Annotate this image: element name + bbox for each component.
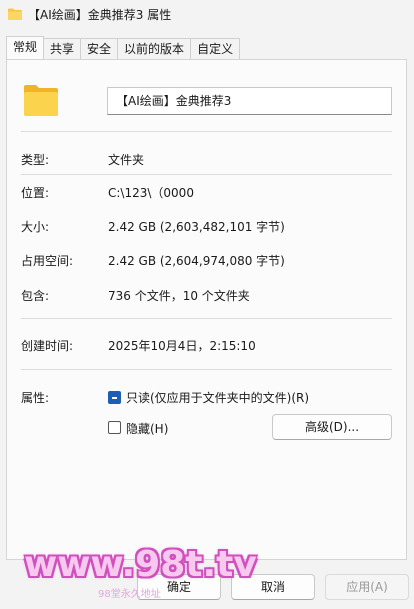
- separator: [21, 369, 392, 370]
- tab-general[interactable]: 常规: [6, 36, 45, 59]
- hidden-checkbox[interactable]: [108, 421, 121, 434]
- type-value: 文件夹: [108, 153, 145, 167]
- location-value: C:\123\（0000: [108, 186, 194, 200]
- location-label: 位置:: [21, 186, 50, 200]
- separator: [21, 174, 392, 175]
- type-label: 类型:: [21, 153, 50, 167]
- attributes-label: 属性:: [21, 391, 50, 405]
- separator: [21, 318, 392, 319]
- hidden-label[interactable]: 隐藏(H): [126, 420, 168, 437]
- title-bar: 【AI绘画】金典推荐3 属性: [0, 0, 414, 28]
- created-label: 创建时间:: [21, 339, 74, 353]
- contains-label: 包含:: [21, 289, 50, 303]
- tab-strip: 常规 共享 安全 以前的版本 自定义: [6, 36, 241, 60]
- tab-previous-versions[interactable]: 以前的版本: [117, 38, 192, 59]
- tab-security[interactable]: 安全: [80, 38, 119, 59]
- contains-value: 736 个文件，10 个文件夹: [108, 289, 250, 303]
- tab-customize[interactable]: 自定义: [190, 38, 241, 59]
- separator: [21, 131, 392, 132]
- tab-sharing[interactable]: 共享: [43, 38, 82, 59]
- ok-button[interactable]: 确定: [137, 574, 221, 600]
- disk-size-label: 占用空间:: [21, 254, 74, 268]
- advanced-button[interactable]: 高级(D)...: [272, 414, 392, 440]
- readonly-checkbox[interactable]: [108, 391, 121, 404]
- apply-button[interactable]: 应用(A): [325, 574, 409, 600]
- created-value: 2025年10月4日，2:15:10: [108, 339, 256, 353]
- size-value: 2.42 GB (2,603,482,101 字节): [108, 220, 285, 234]
- readonly-label[interactable]: 只读(仅应用于文件夹中的文件)(R): [126, 389, 309, 406]
- size-label: 大小:: [21, 220, 50, 234]
- window-title: 【AI绘画】金典推荐3 属性: [28, 7, 172, 22]
- folder-name-field[interactable]: 【AI绘画】金典推荐3: [107, 87, 392, 115]
- general-panel: 【AI绘画】金典推荐3 类型: 文件夹 位置: C:\123\（0000 大小:…: [6, 59, 407, 560]
- folder-icon: [8, 8, 22, 20]
- disk-size-value: 2.42 GB (2,604,974,080 字节): [108, 254, 285, 268]
- cancel-button[interactable]: 取消: [231, 574, 315, 600]
- folder-large-icon: [23, 83, 59, 117]
